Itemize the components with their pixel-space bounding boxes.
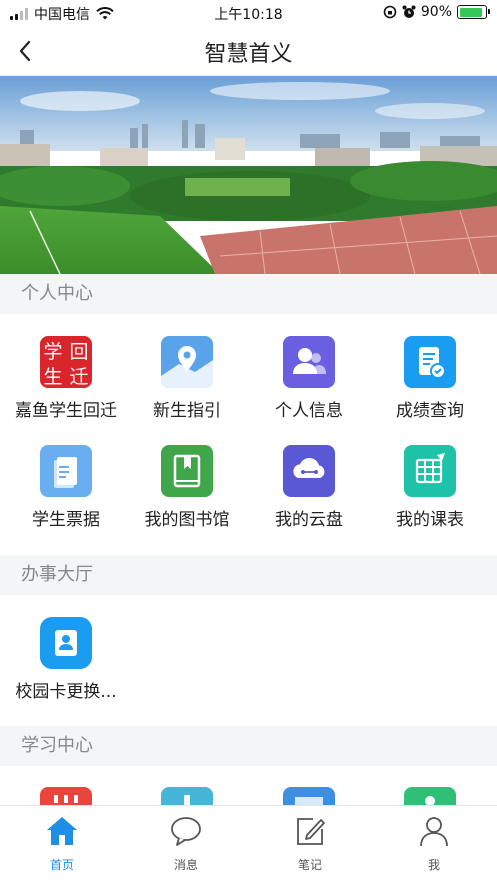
section-header-personal: 个人中心: [0, 274, 497, 314]
receipt-document-icon: [40, 445, 92, 497]
student-return-seal-icon: 学 回 生 迁: [40, 336, 92, 388]
app-label: 成绩查询: [396, 401, 464, 421]
app-study-screen[interactable]: [247, 787, 371, 805]
seal-char-1: 学: [43, 341, 62, 363]
app-grade-query[interactable]: 成绩查询: [368, 336, 492, 421]
orientation-lock-icon: [383, 5, 397, 19]
timetable-icon: [404, 445, 456, 497]
app-my-cloud-drive[interactable]: 我的云盘: [247, 445, 371, 530]
section-header-office: 办事大厅: [0, 555, 497, 595]
app-label: 新生指引: [153, 401, 221, 421]
app-label: 嘉鱼学生回迁: [15, 401, 117, 421]
app-my-timetable[interactable]: 我的课表: [368, 445, 492, 530]
seal-char-3: 生: [43, 366, 62, 388]
app-personal-info[interactable]: 个人信息: [247, 336, 371, 421]
app-label: 我的云盘: [275, 510, 343, 530]
tab-home[interactable]: 首页: [0, 814, 124, 873]
tab-me[interactable]: 我: [372, 814, 496, 873]
campus-banner-image[interactable]: [0, 76, 497, 274]
app-campus-card-replacement[interactable]: 校园卡更换...: [4, 617, 128, 702]
app-label: 我的图书馆: [144, 510, 230, 530]
app-label: 校园卡更换...: [15, 682, 117, 702]
battery-fill: [459, 7, 482, 17]
app-student-return[interactable]: 学 回 生 迁 嘉鱼学生回迁: [4, 336, 128, 421]
home-icon: [47, 817, 77, 845]
app-my-library[interactable]: 我的图书馆: [125, 445, 249, 530]
app-study-person[interactable]: [368, 787, 492, 805]
message-icon: [171, 817, 201, 846]
campus-aerial-photo: [0, 76, 497, 274]
app-label: 我的课表: [396, 510, 464, 530]
person-icon: [420, 817, 448, 847]
status-bar: 中国电信 上午10:18 90%: [0, 0, 497, 26]
grade-report-icon: [404, 336, 456, 388]
app-study-calendar[interactable]: [4, 787, 128, 805]
seal-char-4: 迁: [69, 366, 88, 388]
alarm-clock-icon: [402, 5, 416, 18]
status-right: 90%: [383, 4, 490, 20]
bottom-tab-bar: 首页 消息 笔记 我: [0, 805, 497, 883]
app-freshman-guide[interactable]: 新生指引: [125, 336, 249, 421]
page-title: 智慧首义: [204, 42, 293, 67]
app-student-receipt[interactable]: 学生票据: [4, 445, 128, 530]
campus-card-icon: [40, 617, 92, 669]
tab-notes[interactable]: 笔记: [248, 814, 372, 873]
navigation-bar: 智慧首义: [0, 26, 497, 76]
battery-icon: [457, 5, 490, 19]
cloud-drive-icon: [283, 445, 335, 497]
person-icon: [404, 787, 456, 805]
tab-messages[interactable]: 消息: [124, 814, 248, 873]
section-header-study: 学习中心: [0, 726, 497, 766]
tab-label: 笔记: [297, 858, 322, 872]
library-book-icon: [161, 445, 213, 497]
seal-char-2: 回: [69, 341, 88, 363]
screen-icon: [283, 787, 335, 805]
student-icon: [161, 787, 213, 805]
user-profile-icon: [283, 336, 335, 388]
app-label: 学生票据: [32, 510, 100, 530]
app-label: 个人信息: [275, 401, 343, 421]
battery-percentage: 90%: [420, 4, 452, 20]
tab-label: 我: [427, 858, 440, 872]
tab-label: 首页: [49, 858, 74, 872]
location-map-icon: [161, 336, 213, 388]
tab-label: 消息: [173, 858, 198, 872]
note-edit-icon: [297, 818, 325, 845]
calendar-icon: [40, 787, 92, 805]
app-study-student[interactable]: [125, 787, 249, 805]
